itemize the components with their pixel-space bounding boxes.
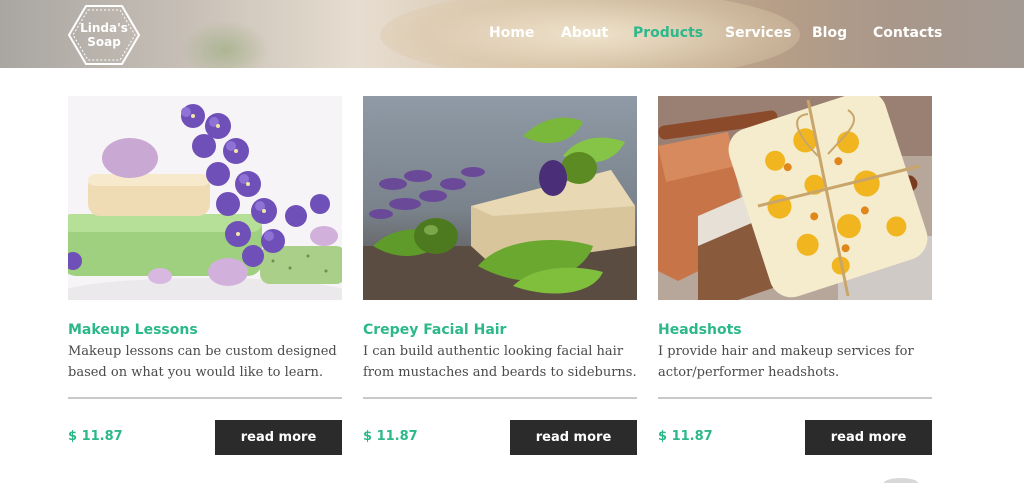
card-title[interactable]: Crepey Facial Hair bbox=[363, 322, 506, 338]
nav-about[interactable]: About bbox=[561, 25, 608, 41]
card-price: $ 11.87 bbox=[658, 429, 713, 444]
scroll-to-top-indicator[interactable] bbox=[884, 478, 918, 483]
card-price: $ 11.87 bbox=[363, 429, 418, 444]
card-divider bbox=[363, 397, 637, 399]
card-title[interactable]: Headshots bbox=[658, 322, 742, 338]
nav-blog[interactable]: Blog bbox=[812, 25, 847, 41]
card-divider bbox=[68, 397, 342, 399]
card-description: Makeup lessons can be custom designed ba… bbox=[68, 344, 337, 380]
read-more-button[interactable]: read more bbox=[805, 420, 932, 455]
card-price: $ 11.87 bbox=[68, 429, 123, 444]
main-nav: Home About Products Services Blog Contac… bbox=[0, 25, 1024, 45]
nav-services[interactable]: Services bbox=[725, 25, 792, 41]
lavender-soap-photo[interactable] bbox=[68, 96, 342, 300]
card-divider bbox=[658, 397, 932, 399]
nav-contacts[interactable]: Contacts bbox=[873, 25, 942, 41]
saffron-cinnamon-soap-photo[interactable] bbox=[658, 96, 932, 300]
nav-home[interactable]: Home bbox=[489, 25, 534, 41]
nav-products[interactable]: Products bbox=[633, 25, 703, 41]
olive-leaf-soap-photo[interactable] bbox=[363, 96, 637, 300]
card-description: I provide hair and makeup services for a… bbox=[658, 344, 914, 380]
read-more-button[interactable]: read more bbox=[510, 420, 637, 455]
card-description: I can build authentic looking facial hai… bbox=[363, 344, 637, 380]
card-title[interactable]: Makeup Lessons bbox=[68, 322, 198, 338]
read-more-button[interactable]: read more bbox=[215, 420, 342, 455]
site-header: Linda's Soap Home About Products Service… bbox=[0, 0, 1024, 68]
